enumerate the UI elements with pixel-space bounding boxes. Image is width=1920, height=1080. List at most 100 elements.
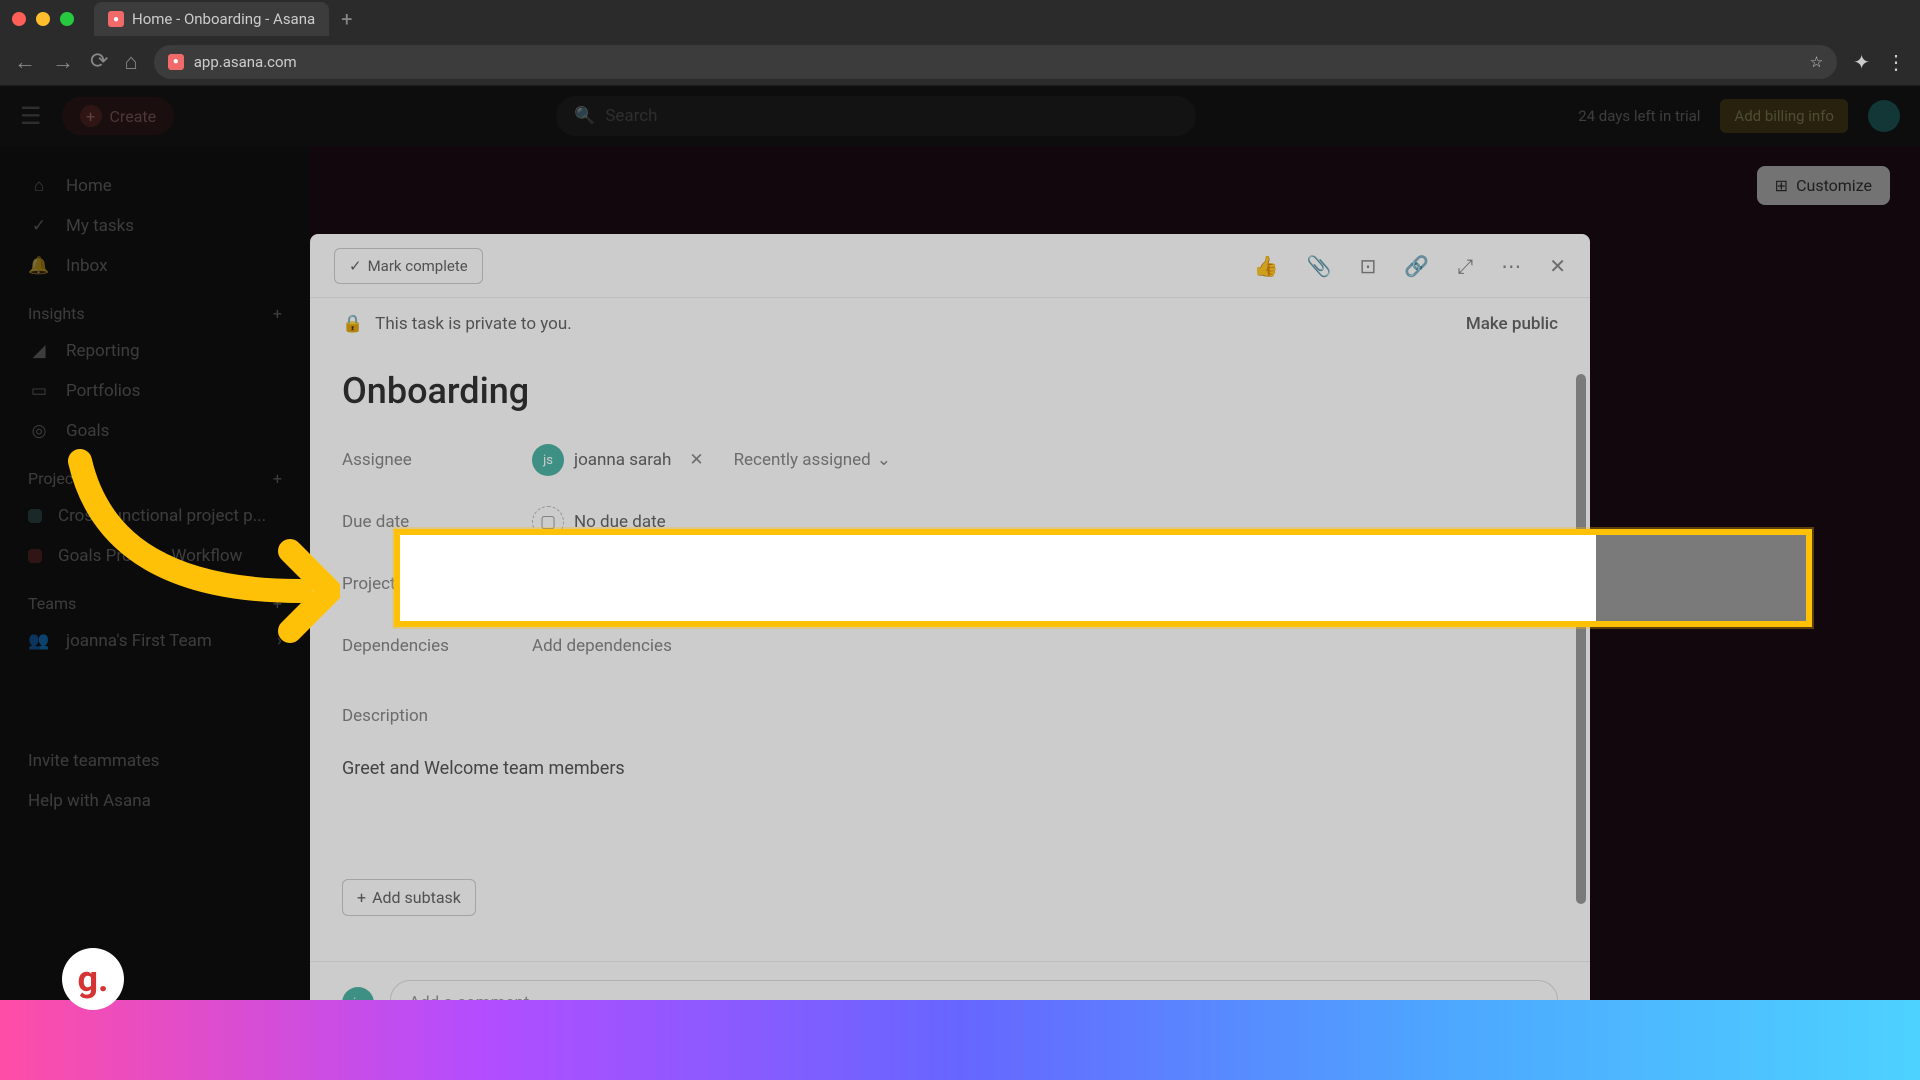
pane-actions: 👍 📎 ⊡ 🔗 ⤢ ⋯ ✕ [1254,254,1566,278]
link-icon[interactable]: 🔗 [1404,254,1429,278]
field-label: Assignee [342,450,532,470]
sidebar-help[interactable]: Help with Asana [0,781,310,821]
check-icon: ✓ [349,257,362,275]
sidebar-item-label: My tasks [66,216,134,236]
more-icon[interactable]: ⋯ [1501,254,1521,278]
privacy-text: This task is private to you. [375,314,572,334]
bottom-gradient-bar [0,1000,1920,1080]
sidebar-item-label: Reporting [66,341,140,361]
window-controls [12,12,74,26]
chevron-down-icon: ⌄ [877,450,891,470]
trial-text: 24 days left in trial [1578,107,1700,125]
task-title[interactable]: Onboarding [342,370,1558,412]
folder-icon: ▭ [28,381,50,401]
sidebar-item-label: Help with Asana [28,791,151,811]
tutorial-arrow [40,431,340,661]
attachment-icon[interactable]: 📎 [1307,254,1332,278]
extensions-icon[interactable]: ✦ [1853,50,1870,74]
add-subtask-button[interactable]: + Add subtask [342,879,476,916]
search-placeholder: Search [605,106,657,126]
highlight-gray-section [1596,535,1806,621]
customize-label: Customize [1796,176,1872,195]
new-tab-button[interactable]: + [341,7,352,31]
check-icon: ✓ [28,216,50,236]
assignee-avatar: js [532,444,564,476]
tab-title: Home - Onboarding - Asana [132,10,315,28]
search-icon: 🔍 [574,106,595,126]
recently-assigned-dropdown[interactable]: Recently assigned ⌄ [734,450,891,470]
remove-assignee-icon[interactable]: ✕ [689,450,703,470]
forward-button[interactable]: → [52,49,74,75]
field-dependencies: Dependencies Add dependencies [342,626,1558,666]
address-bar[interactable]: ● app.asana.com ☆ [154,45,1838,79]
close-window-button[interactable] [12,12,26,26]
asana-favicon: ● [108,11,124,27]
sidebar-item-mytasks[interactable]: ✓ My tasks [0,206,310,246]
sidebar-item-reporting[interactable]: ◢ Reporting [0,331,310,371]
create-label: Create [110,107,157,126]
maximize-window-button[interactable] [60,12,74,26]
recently-assigned-label: Recently assigned [734,450,871,470]
billing-label: Add billing info [1734,107,1834,125]
bell-icon: 🔔 [28,256,50,276]
assignee-value[interactable]: js joanna sarah ✕ Recently assigned ⌄ [532,444,891,476]
g-badge[interactable]: g. [62,948,124,1010]
field-label: Dependencies [342,636,532,656]
scrollbar[interactable] [1576,374,1586,904]
privacy-bar: 🔒 This task is private to you. Make publ… [310,298,1590,350]
site-favicon: ● [168,54,184,70]
app-header: ☰ + Create 🔍 Search 24 days left in tria… [0,86,1920,146]
plus-icon: + [357,888,366,907]
sidebar-item-label: Home [66,176,112,196]
user-avatar[interactable] [1868,100,1900,132]
plus-icon[interactable]: + [273,304,282,323]
field-assignee: Assignee js joanna sarah ✕ Recently assi… [342,440,1558,480]
sidebar-item-label: Invite teammates [28,751,159,771]
make-public-button[interactable]: Make public [1466,314,1558,334]
chart-icon: ◢ [28,341,50,361]
assignee-name: joanna sarah [574,450,671,470]
pane-header: ✓ Mark complete 👍 📎 ⊡ 🔗 ⤢ ⋯ ✕ [310,234,1590,298]
like-icon[interactable]: 👍 [1254,254,1279,278]
browser-tab-bar: ● Home - Onboarding - Asana + [0,0,1920,38]
sidebar-item-label: Inbox [66,256,108,276]
mark-complete-label: Mark complete [368,257,468,275]
close-icon[interactable]: ✕ [1549,254,1566,278]
sidebar-item-inbox[interactable]: 🔔 Inbox [0,246,310,286]
add-subtask-label: Add subtask [372,888,461,907]
menu-icon[interactable]: ⋮ [1886,50,1906,74]
search-bar[interactable]: 🔍 Search [556,96,1196,136]
customize-icon: ⊞ [1775,176,1788,195]
browser-toolbar: ← → ⟳ ⌂ ● app.asana.com ☆ ✦ ⋮ [0,38,1920,86]
task-detail-pane: ✓ Mark complete 👍 📎 ⊡ 🔗 ⤢ ⋯ ✕ 🔒 This tas… [310,234,1590,1044]
section-label: Insights [28,304,85,323]
home-icon: ⌂ [28,176,50,196]
tutorial-highlight [394,529,1812,627]
back-button[interactable]: ← [14,49,36,75]
star-icon[interactable]: ☆ [1810,53,1823,71]
url-text: app.asana.com [194,53,297,71]
lock-icon: 🔒 [342,314,363,334]
pane-body: Onboarding Assignee js joanna sarah ✕ Re… [310,350,1590,961]
sidebar-section-insights[interactable]: Insights + [0,286,310,331]
home-button[interactable]: ⌂ [124,49,137,75]
field-description: Description [342,696,1558,736]
billing-button[interactable]: Add billing info [1720,99,1848,133]
description-text[interactable]: Greet and Welcome team members [342,758,1558,779]
create-button[interactable]: + Create [62,97,175,135]
hamburger-icon[interactable]: ☰ [20,102,42,130]
plus-icon: + [80,105,102,127]
mark-complete-button[interactable]: ✓ Mark complete [334,248,483,284]
expand-icon[interactable]: ⤢ [1457,254,1473,278]
sidebar-item-home[interactable]: ⌂ Home [0,166,310,206]
customize-button[interactable]: ⊞ Customize [1757,166,1890,205]
subtask-icon[interactable]: ⊡ [1360,254,1377,278]
browser-tab[interactable]: ● Home - Onboarding - Asana [94,2,329,36]
sidebar-invite[interactable]: Invite teammates [0,741,310,781]
add-dependencies-button[interactable]: Add dependencies [532,636,672,656]
minimize-window-button[interactable] [36,12,50,26]
field-label: Description [342,706,532,726]
reload-button[interactable]: ⟳ [90,49,108,74]
sidebar-item-portfolios[interactable]: ▭ Portfolios [0,371,310,411]
sidebar-item-label: Portfolios [66,381,140,401]
